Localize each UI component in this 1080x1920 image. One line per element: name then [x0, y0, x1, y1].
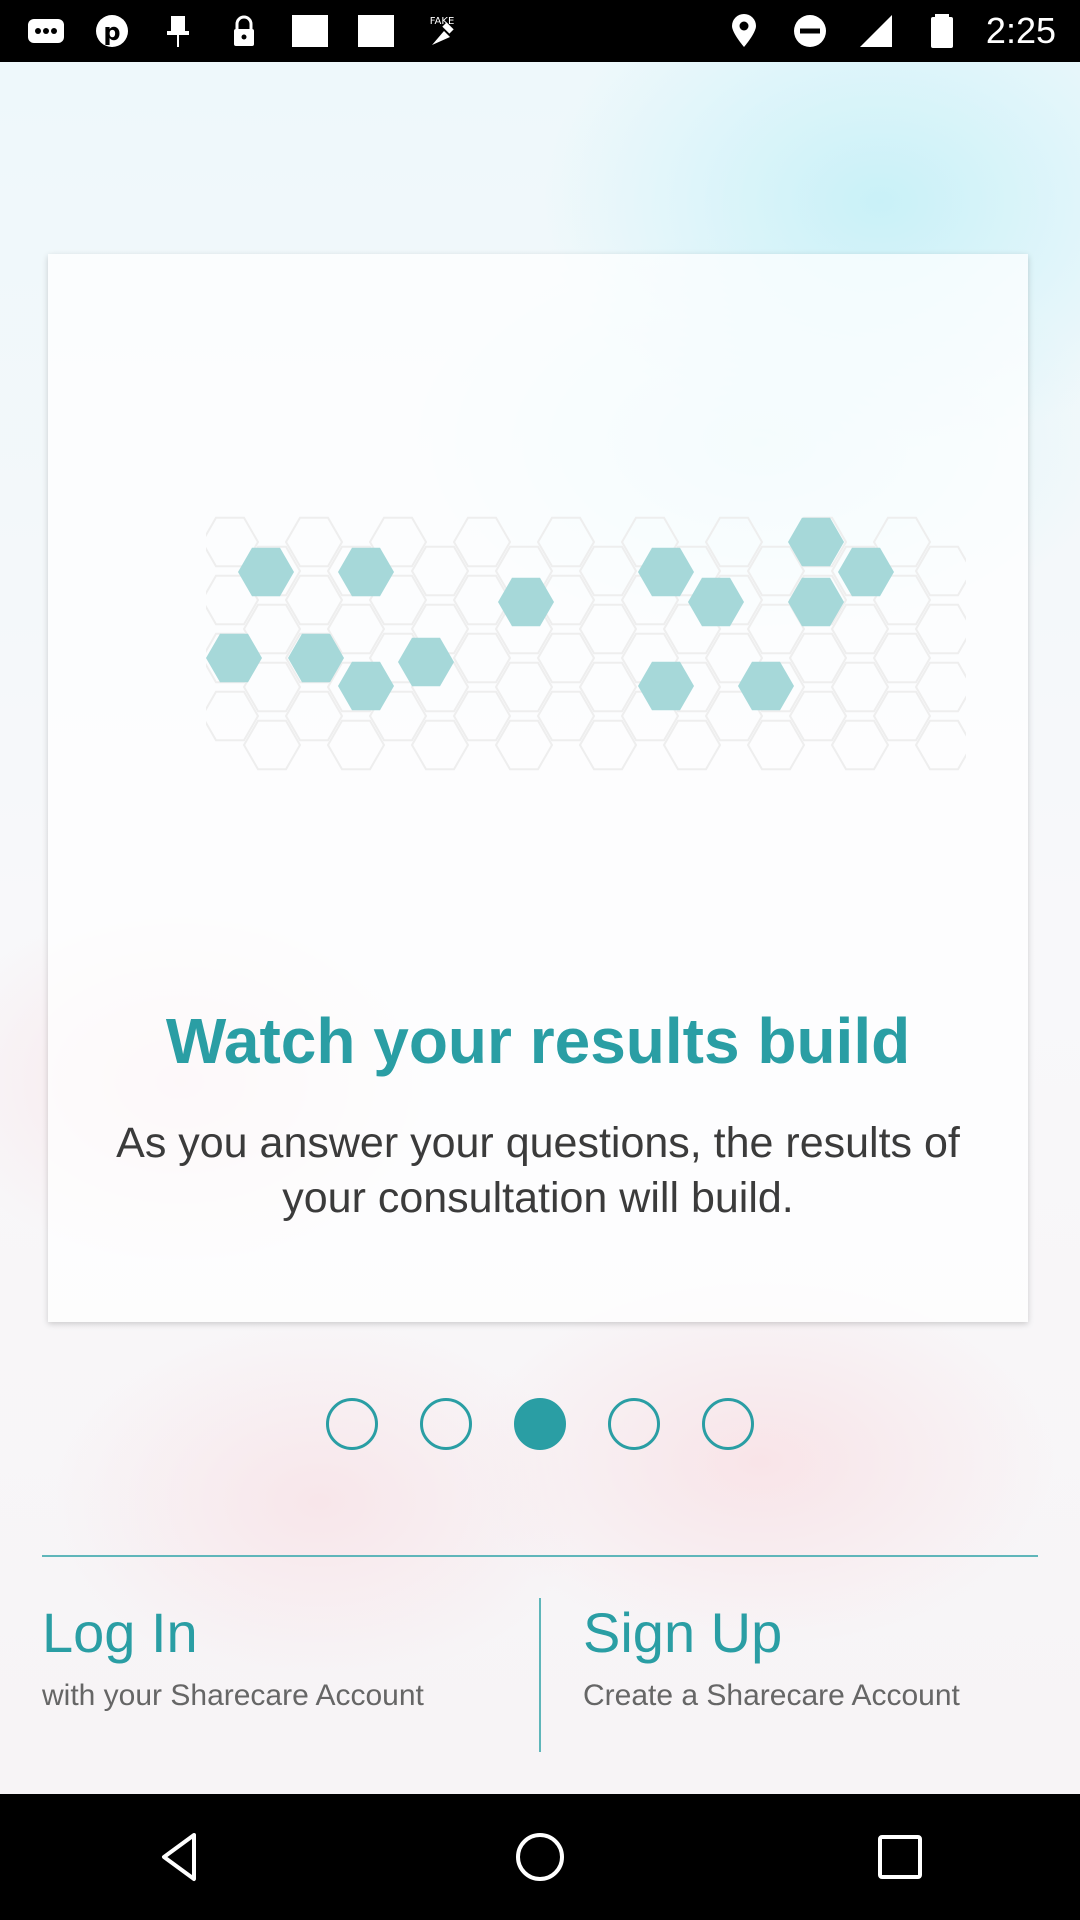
hexagon-graphic [206, 516, 966, 771]
page-dot-4[interactable] [608, 1398, 660, 1450]
page-indicator [0, 1398, 1080, 1450]
home-icon[interactable] [480, 1797, 600, 1917]
auth-separator [539, 1598, 541, 1752]
battery-icon [920, 12, 964, 50]
svg-text:FAKE: FAKE [430, 16, 455, 27]
signal-icon [854, 12, 898, 50]
login-button[interactable]: Log In with your Sharecare Account [42, 1600, 502, 1714]
messages-icon [24, 12, 68, 50]
fake-gps-icon: FAKE [420, 12, 464, 50]
blank-square-icon [354, 12, 398, 50]
login-subtitle: with your Sharecare Account [42, 1679, 424, 1712]
signup-subtitle: Create a Sharecare Account [583, 1679, 960, 1712]
status-time: 2:25 [985, 10, 1056, 51]
page-dot-5[interactable] [702, 1398, 754, 1450]
card-description: As you answer your questions, the result… [116, 1119, 960, 1222]
location-icon [722, 12, 766, 50]
signup-button[interactable]: Sign Up Create a Sharecare Account [583, 1600, 1063, 1714]
navigation-bar [0, 1794, 1080, 1920]
status-bar: p FAKE 2:25 [0, 0, 1080, 62]
page-dot-3[interactable] [514, 1398, 566, 1450]
pushpin-icon [156, 12, 200, 50]
blank-square-icon [288, 12, 332, 50]
auth-divider [42, 1555, 1038, 1557]
page-dot-1[interactable] [326, 1398, 378, 1450]
svg-text:p: p [103, 18, 120, 46]
status-left-icons: p FAKE [24, 12, 464, 50]
signup-title: Sign Up [583, 1601, 783, 1664]
pinterest-icon: p [90, 12, 134, 50]
back-icon[interactable] [120, 1797, 240, 1917]
lock-icon [222, 12, 266, 50]
login-title: Log In [42, 1601, 198, 1664]
status-right-icons: 2:25 [722, 10, 1056, 52]
onboarding-card: Watch your results build As you answer y… [48, 254, 1028, 1322]
recents-icon[interactable] [840, 1797, 960, 1917]
do-not-disturb-icon [788, 12, 832, 50]
page-dot-2[interactable] [420, 1398, 472, 1450]
card-title: Watch your results build [165, 1005, 911, 1077]
